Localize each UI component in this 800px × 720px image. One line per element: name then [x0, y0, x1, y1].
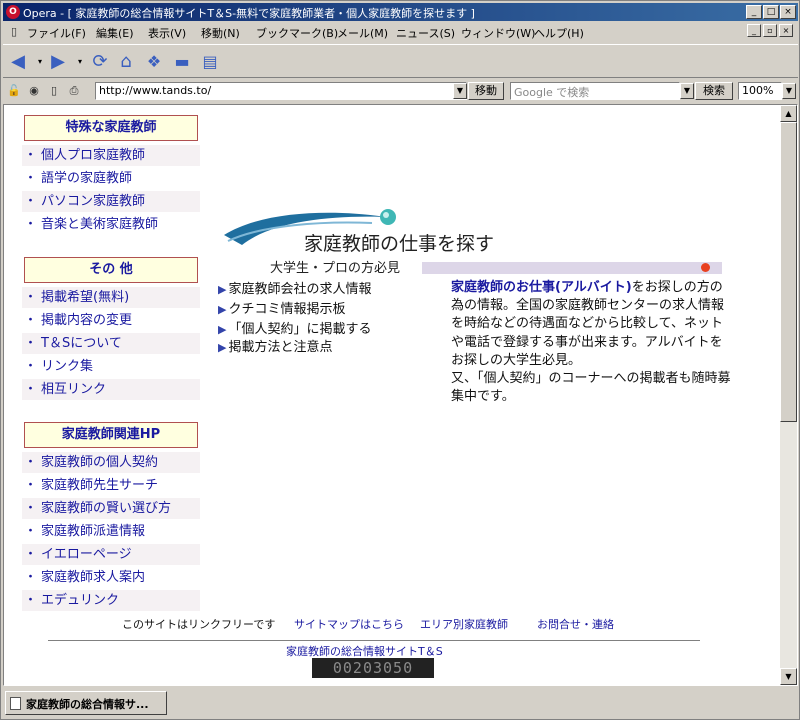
link-method-notes[interactable]: ▶ 掲載方法と注意点	[218, 336, 332, 355]
menu-window[interactable]: ウィンドウ(W)	[461, 25, 535, 41]
footer-link-area[interactable]: エリア別家庭教師	[420, 616, 508, 632]
menu-edit[interactable]: 編集(E)	[96, 25, 134, 41]
search-engine-dropdown[interactable]: ▼	[680, 83, 694, 99]
page-viewport: 特殊な家庭教師 ・個人プロ家庭教師 ・語学の家庭教師 ・パソコン家庭教師 ・音楽…	[3, 104, 798, 686]
url-history-dropdown[interactable]: ▼	[453, 83, 467, 99]
browser-window: O Opera - [ 家庭教師の総合情報サイトT＆S-無料で家庭教師業者・個人…	[0, 0, 800, 720]
sidebar-item-private-contract[interactable]: ・家庭教師の個人契約	[22, 452, 200, 473]
link-post-private[interactable]: ▶ 「個人契約」に掲載する	[218, 318, 371, 337]
menu-news[interactable]: ニュース(S)	[396, 25, 455, 41]
zoom-dropdown[interactable]: ▼	[782, 83, 796, 99]
reload-icon[interactable]: ⟳	[89, 51, 111, 73]
search-button[interactable]: 検索	[695, 82, 733, 100]
mdi-close-button[interactable]: ×	[779, 24, 793, 37]
banner-subtitle: 大学生・プロの方必見	[270, 261, 401, 276]
status-bar: 家庭教師の総合情報サ...	[3, 689, 798, 717]
sidebar-item-listing-request[interactable]: ・掲載希望(無料)	[22, 287, 200, 308]
print-preview-icon[interactable]: ⎙	[67, 84, 81, 98]
scroll-down-arrow[interactable]: ▼	[780, 668, 797, 685]
menu-help[interactable]: ヘルプ(H)	[534, 25, 584, 41]
footer-site-title[interactable]: 家庭教師の総合情報サイトT＆S	[286, 643, 443, 659]
title-bar[interactable]: O Opera - [ 家庭教師の総合情報サイトT＆S-無料で家庭教師業者・個人…	[3, 3, 798, 21]
menu-bookmarks[interactable]: ブックマーク(B)	[256, 25, 338, 41]
sidebar-item-links[interactable]: ・リンク集	[22, 356, 200, 377]
page-tab[interactable]: 家庭教師の総合情報サ...	[5, 691, 167, 715]
scroll-thumb[interactable]	[780, 122, 797, 422]
close-button[interactable]: ×	[780, 5, 796, 19]
footer-link-sitemap[interactable]: サイトマップはこちら	[294, 616, 404, 632]
window-title: Opera - [ 家庭教師の総合情報サイトT＆S-無料で家庭教師業者・個人家庭…	[23, 7, 475, 20]
section-heading-other: その 他	[24, 257, 198, 283]
sidebar-item-yellow-pages[interactable]: ・イエローページ	[22, 544, 200, 565]
sidebar-item-listing-change[interactable]: ・掲載内容の変更	[22, 310, 200, 331]
menu-file[interactable]: ファイル(F)	[27, 25, 86, 41]
sidebar-item-edulink[interactable]: ・エデュリンク	[22, 590, 200, 611]
link-free-notice: このサイトはリンクフリーです	[122, 618, 276, 631]
section-heading-special: 特殊な家庭教師	[24, 115, 198, 141]
bookmark-icon[interactable]: ❖	[143, 51, 165, 73]
document-icon	[10, 697, 21, 710]
sidebar-item-teacher-search[interactable]: ・家庭教師先生サーチ	[22, 475, 200, 496]
forward-icon[interactable]: ▶	[47, 51, 69, 73]
banner-bar	[422, 262, 722, 274]
mdi-restore-button[interactable]: ▫	[763, 24, 777, 37]
address-bar: 🔓 ◉ ▯ ⎙ http://www.tands.to/ ▼ 移動 Google…	[3, 80, 798, 102]
sidebar-item-how-to-choose[interactable]: ・家庭教師の賢い選び方	[22, 498, 200, 519]
mdi-minimize-button[interactable]: _	[747, 24, 761, 37]
minimize-button[interactable]: _	[746, 5, 762, 19]
menu-mail[interactable]: メール(M)	[337, 25, 388, 41]
footer-link-contact[interactable]: お問合せ・連絡	[537, 616, 614, 632]
sidebar-item-pc[interactable]: ・パソコン家庭教師	[22, 191, 200, 212]
link-job-info[interactable]: ▶ 家庭教師会社の求人情報	[218, 278, 371, 297]
link-bbs[interactable]: ▶ クチコミ情報掲示板	[218, 298, 345, 317]
url-input[interactable]: http://www.tands.to/	[95, 82, 467, 100]
sidebar-item-private-pro[interactable]: ・個人プロ家庭教師	[22, 145, 200, 166]
triangle-bullet-icon: ▶	[218, 283, 227, 296]
banner-dot	[701, 263, 710, 272]
sidebar-item-dispatch-info[interactable]: ・家庭教師派遣情報	[22, 521, 200, 542]
zoom-select[interactable]: 100%	[738, 82, 782, 100]
home-icon[interactable]: ⌂	[115, 51, 137, 73]
print-icon[interactable]: ▬	[171, 51, 193, 73]
triangle-bullet-icon: ▶	[218, 303, 227, 316]
document-icon[interactable]: ▤	[199, 51, 221, 73]
footer-divider	[48, 640, 700, 641]
sidebar-item-music-art[interactable]: ・音楽と美術家庭教師	[22, 214, 200, 235]
camera-icon[interactable]: ◉	[27, 84, 41, 98]
menu-view[interactable]: 表示(V)	[148, 25, 186, 41]
sidebar-item-about[interactable]: ・ T＆Sについて	[22, 333, 200, 354]
go-button[interactable]: 移動	[468, 82, 504, 100]
page-info-icon[interactable]: ▯	[47, 84, 61, 98]
opera-logo-icon: O	[6, 5, 20, 19]
sidebar-item-language[interactable]: ・語学の家庭教師	[22, 168, 200, 189]
banner-title: 家庭教師の仕事を探す	[304, 233, 495, 255]
scroll-up-arrow[interactable]: ▲	[780, 105, 797, 122]
access-counter: 00203050	[312, 658, 434, 678]
forward-dropdown-icon[interactable]: ▾	[69, 51, 91, 73]
section-heading-related: 家庭教師関連HP	[24, 422, 198, 448]
vertical-scrollbar[interactable]: ▲ ▼	[780, 105, 797, 685]
maximize-button[interactable]: □	[763, 5, 779, 19]
sidebar-item-mutual-links[interactable]: ・相互リンク	[22, 379, 200, 400]
menu-navigate[interactable]: 移動(N)	[201, 25, 240, 41]
description-text: 家庭教師のお仕事(アルバイト)をお探しの方の為の情報。全国の家庭教師センターの求…	[451, 280, 731, 405]
description-highlight[interactable]: 家庭教師のお仕事(アルバイト)	[451, 280, 632, 295]
navigation-toolbar: ◀ ▾ ▶ ▾ ⟳ ⌂ ❖ ▬ ▤	[3, 44, 798, 78]
menu-bar: ▯ ファイル(F) 編集(E) 表示(V) 移動(N) ブックマーク(B) メー…	[3, 22, 798, 42]
search-input[interactable]: Google で検索	[510, 82, 680, 100]
page-menu-icon[interactable]: ▯	[7, 25, 21, 39]
sidebar-item-job-guide[interactable]: ・家庭教師求人案内	[22, 567, 200, 588]
security-icon[interactable]: 🔓	[7, 84, 21, 98]
triangle-bullet-icon: ▶	[218, 341, 227, 354]
triangle-bullet-icon: ▶	[218, 323, 227, 336]
back-icon[interactable]: ◀	[7, 51, 29, 73]
